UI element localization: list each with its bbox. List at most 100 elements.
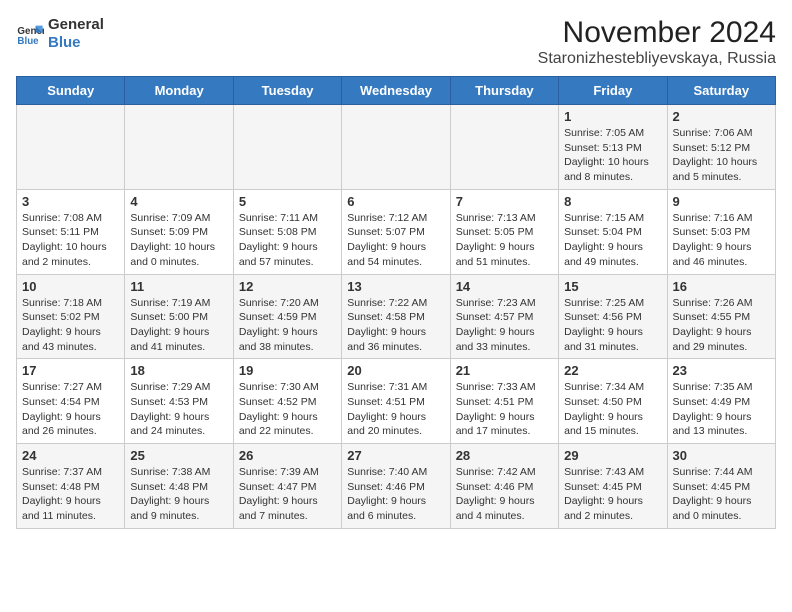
day-number: 14 — [456, 279, 553, 294]
day-number: 24 — [22, 448, 119, 463]
day-number: 18 — [130, 363, 227, 378]
day-info: Sunrise: 7:30 AMSunset: 4:52 PMDaylight:… — [239, 380, 336, 439]
day-info: Sunrise: 7:34 AMSunset: 4:50 PMDaylight:… — [564, 380, 661, 439]
calendar-cell: 8 Sunrise: 7:15 AMSunset: 5:04 PMDaylight… — [559, 189, 667, 274]
calendar-cell: 29 Sunrise: 7:43 AMSunset: 4:45 PMDayligh… — [559, 444, 667, 529]
day-info: Sunrise: 7:42 AMSunset: 4:46 PMDaylight:… — [456, 465, 553, 524]
calendar-cell: 11 Sunrise: 7:19 AMSunset: 5:00 PMDayligh… — [125, 274, 233, 359]
header-day-sunday: Sunday — [17, 77, 125, 105]
logo-general: General — [48, 16, 104, 34]
logo: General Blue General Blue — [16, 16, 104, 52]
logo-blue: Blue — [48, 34, 104, 52]
calendar-cell: 4Sunrise: 7:09 AMSunset: 5:09 PMDaylight… — [125, 189, 233, 274]
calendar-cell: 25 Sunrise: 7:38 AMSunset: 4:48 PMDayligh… — [125, 444, 233, 529]
day-info: Sunrise: 7:26 AMSunset: 4:55 PMDaylight:… — [673, 296, 770, 355]
day-number: 10 — [22, 279, 119, 294]
day-number: 13 — [347, 279, 444, 294]
calendar-cell — [233, 105, 341, 190]
day-number: 11 — [130, 279, 227, 294]
day-info: Sunrise: 7:08 AMSunset: 5:11 PMDaylight:… — [22, 211, 119, 270]
day-info: Sunrise: 7:43 AMSunset: 4:45 PMDaylight:… — [564, 465, 661, 524]
svg-text:Blue: Blue — [17, 36, 39, 47]
day-number: 23 — [673, 363, 770, 378]
calendar-subtitle: Staronizhestebliyevskaya, Russia — [538, 50, 776, 68]
day-info: Sunrise: 7:11 AMSunset: 5:08 PMDaylight:… — [239, 211, 336, 270]
calendar-cell: 5Sunrise: 7:11 AMSunset: 5:08 PMDaylight… — [233, 189, 341, 274]
calendar-cell: 18Sunrise: 7:29 AMSunset: 4:53 PMDayligh… — [125, 359, 233, 444]
calendar-cell: 30 Sunrise: 7:44 AMSunset: 4:45 PMDayligh… — [667, 444, 775, 529]
day-number: 30 — [673, 448, 770, 463]
calendar-cell: 19 Sunrise: 7:30 AMSunset: 4:52 PMDayligh… — [233, 359, 341, 444]
day-number: 7 — [456, 194, 553, 209]
day-number: 2 — [673, 109, 770, 124]
day-info: Sunrise: 7:39 AMSunset: 4:47 PMDaylight:… — [239, 465, 336, 524]
day-number: 25 — [130, 448, 227, 463]
header-day-monday: Monday — [125, 77, 233, 105]
calendar-cell: 2 Sunrise: 7:06 AMSunset: 5:12 PMDaylight… — [667, 105, 775, 190]
calendar-header-row: SundayMondayTuesdayWednesdayThursdayFrid… — [17, 77, 776, 105]
calendar-cell — [342, 105, 450, 190]
day-info: Sunrise: 7:38 AMSunset: 4:48 PMDaylight:… — [130, 465, 227, 524]
day-info: Sunrise: 7:19 AMSunset: 5:00 PMDaylight:… — [130, 296, 227, 355]
day-info: Sunrise: 7:12 AMSunset: 5:07 PMDaylight:… — [347, 211, 444, 270]
day-number: 8 — [564, 194, 661, 209]
calendar-week-row: 10 Sunrise: 7:18 AMSunset: 5:02 PMDayligh… — [17, 274, 776, 359]
calendar-cell: 10 Sunrise: 7:18 AMSunset: 5:02 PMDayligh… — [17, 274, 125, 359]
calendar-week-row: 17Sunrise: 7:27 AMSunset: 4:54 PMDayligh… — [17, 359, 776, 444]
day-info: Sunrise: 7:35 AMSunset: 4:49 PMDaylight:… — [673, 380, 770, 439]
calendar-cell: 22 Sunrise: 7:34 AMSunset: 4:50 PMDayligh… — [559, 359, 667, 444]
calendar-cell — [125, 105, 233, 190]
day-number: 6 — [347, 194, 444, 209]
day-info: Sunrise: 7:05 AMSunset: 5:13 PMDaylight:… — [564, 126, 661, 185]
header-day-friday: Friday — [559, 77, 667, 105]
day-number: 19 — [239, 363, 336, 378]
header-day-tuesday: Tuesday — [233, 77, 341, 105]
day-info: Sunrise: 7:22 AMSunset: 4:58 PMDaylight:… — [347, 296, 444, 355]
day-info: Sunrise: 7:33 AMSunset: 4:51 PMDaylight:… — [456, 380, 553, 439]
day-number: 29 — [564, 448, 661, 463]
day-number: 20 — [347, 363, 444, 378]
day-info: Sunrise: 7:40 AMSunset: 4:46 PMDaylight:… — [347, 465, 444, 524]
day-number: 16 — [673, 279, 770, 294]
day-info: Sunrise: 7:06 AMSunset: 5:12 PMDaylight:… — [673, 126, 770, 185]
calendar-cell — [450, 105, 558, 190]
calendar-cell: 15Sunrise: 7:25 AMSunset: 4:56 PMDayligh… — [559, 274, 667, 359]
calendar-cell: 9Sunrise: 7:16 AMSunset: 5:03 PMDaylight… — [667, 189, 775, 274]
calendar-cell — [17, 105, 125, 190]
day-info: Sunrise: 7:09 AMSunset: 5:09 PMDaylight:… — [130, 211, 227, 270]
calendar-cell: 26 Sunrise: 7:39 AMSunset: 4:47 PMDayligh… — [233, 444, 341, 529]
calendar-cell: 17Sunrise: 7:27 AMSunset: 4:54 PMDayligh… — [17, 359, 125, 444]
day-info: Sunrise: 7:25 AMSunset: 4:56 PMDaylight:… — [564, 296, 661, 355]
title-area: November 2024 Staronizhestebliyevskaya, … — [538, 16, 776, 68]
calendar-cell: 6 Sunrise: 7:12 AMSunset: 5:07 PMDaylight… — [342, 189, 450, 274]
day-number: 3 — [22, 194, 119, 209]
day-info: Sunrise: 7:13 AMSunset: 5:05 PMDaylight:… — [456, 211, 553, 270]
day-number: 9 — [673, 194, 770, 209]
header-day-thursday: Thursday — [450, 77, 558, 105]
calendar-cell: 7 Sunrise: 7:13 AMSunset: 5:05 PMDaylight… — [450, 189, 558, 274]
day-info: Sunrise: 7:44 AMSunset: 4:45 PMDaylight:… — [673, 465, 770, 524]
day-number: 1 — [564, 109, 661, 124]
header-day-wednesday: Wednesday — [342, 77, 450, 105]
calendar-cell: 24Sunrise: 7:37 AMSunset: 4:48 PMDayligh… — [17, 444, 125, 529]
calendar-week-row: 3 Sunrise: 7:08 AMSunset: 5:11 PMDaylight… — [17, 189, 776, 274]
calendar-cell: 20 Sunrise: 7:31 AMSunset: 4:51 PMDayligh… — [342, 359, 450, 444]
day-info: Sunrise: 7:31 AMSunset: 4:51 PMDaylight:… — [347, 380, 444, 439]
logo-icon: General Blue — [16, 20, 44, 48]
day-number: 27 — [347, 448, 444, 463]
day-number: 21 — [456, 363, 553, 378]
calendar-cell: 21 Sunrise: 7:33 AMSunset: 4:51 PMDayligh… — [450, 359, 558, 444]
calendar-cell: 14Sunrise: 7:23 AMSunset: 4:57 PMDayligh… — [450, 274, 558, 359]
calendar-cell: 1 Sunrise: 7:05 AMSunset: 5:13 PMDaylight… — [559, 105, 667, 190]
day-info: Sunrise: 7:18 AMSunset: 5:02 PMDaylight:… — [22, 296, 119, 355]
calendar-cell: 16 Sunrise: 7:26 AMSunset: 4:55 PMDayligh… — [667, 274, 775, 359]
calendar-table: SundayMondayTuesdayWednesdayThursdayFrid… — [16, 76, 776, 529]
calendar-cell: 28Sunrise: 7:42 AMSunset: 4:46 PMDayligh… — [450, 444, 558, 529]
day-info: Sunrise: 7:27 AMSunset: 4:54 PMDaylight:… — [22, 380, 119, 439]
calendar-week-row: 24Sunrise: 7:37 AMSunset: 4:48 PMDayligh… — [17, 444, 776, 529]
day-number: 26 — [239, 448, 336, 463]
day-number: 22 — [564, 363, 661, 378]
header-day-saturday: Saturday — [667, 77, 775, 105]
day-info: Sunrise: 7:15 AMSunset: 5:04 PMDaylight:… — [564, 211, 661, 270]
calendar-cell: 12Sunrise: 7:20 AMSunset: 4:59 PMDayligh… — [233, 274, 341, 359]
